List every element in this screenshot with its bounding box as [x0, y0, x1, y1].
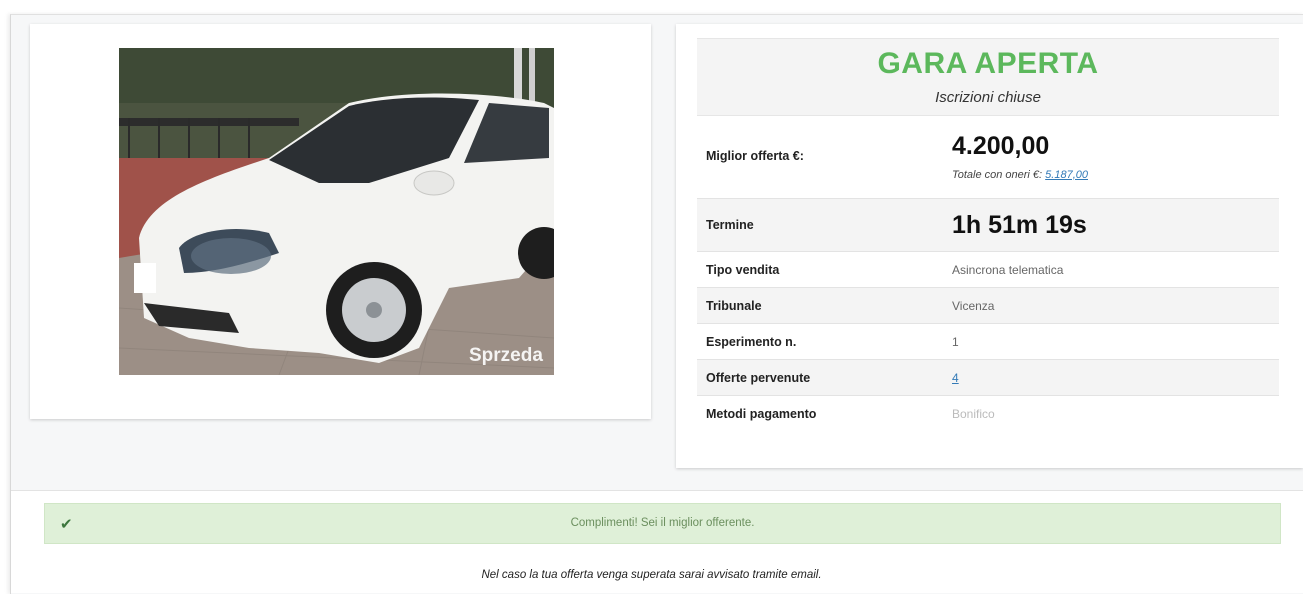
best-offer-label: Miglior offerta €: [697, 114, 952, 199]
outbid-notice: Nel caso la tua offerta venga superata s… [481, 569, 822, 581]
sale-type-value: Asincrona telematica [952, 251, 1279, 288]
court-value: Vicenza [952, 287, 1279, 324]
best-offer-cell: 4.200,00 Totale con oneri €: 5.187,00 [952, 114, 1279, 199]
term-row: Termine 1h 51m 19s [697, 198, 1279, 252]
payment-value: Bonifico [952, 406, 995, 421]
total-label: Totale con oneri €: [952, 168, 1043, 181]
term-cell: 1h 51m 19s [952, 198, 1279, 252]
auction-status-title: GARA APERTA [877, 47, 1099, 80]
photo-watermark: Sprzeda [469, 345, 543, 366]
offers-row: Offerte pervenute 4 [697, 359, 1279, 396]
auction-details-table: Miglior offerta €: 4.200,00 Totale con o… [697, 114, 1279, 431]
success-alert: ✔ Complimenti! Sei il miglior offerente. [44, 503, 1281, 544]
sale-type-label: Tipo vendita [697, 251, 952, 288]
car-photo-illustration: Sprzeda [119, 48, 554, 375]
term-label: Termine [697, 198, 952, 252]
auction-status-subtitle: Iscrizioni chiuse [935, 89, 1041, 106]
term-countdown: 1h 51m 19s [952, 210, 1087, 239]
payment-row: Metodi pagamento Bonifico [697, 396, 1279, 432]
attempt-label: Esperimento n. [697, 323, 952, 360]
car-photo[interactable]: Sprzeda [119, 48, 554, 375]
offers-cell: 4 [952, 359, 1279, 396]
total-with-fees: Totale con oneri €: 5.187,00 [952, 169, 1279, 181]
best-offer-row: Miglior offerta €: 4.200,00 Totale con o… [697, 114, 1279, 199]
offers-count-link[interactable]: 4 [952, 371, 959, 385]
offers-label: Offerte pervenute [697, 359, 952, 396]
sale-type-row: Tipo vendita Asincrona telematica [697, 251, 1279, 288]
attempt-row: Esperimento n. 1 [697, 323, 1279, 360]
total-value-link[interactable]: 5.187,00 [1045, 169, 1088, 181]
court-label: Tribunale [697, 287, 952, 324]
auction-status-box: GARA APERTA Iscrizioni chiuse [697, 38, 1279, 116]
best-offer-value: 4.200,00 [952, 131, 1050, 160]
payment-label: Metodi pagamento [706, 406, 817, 421]
court-row: Tribunale Vicenza [697, 287, 1279, 324]
success-alert-message: Complimenti! Sei il miglior offerente. [570, 517, 755, 529]
attempt-value: 1 [952, 323, 1279, 360]
